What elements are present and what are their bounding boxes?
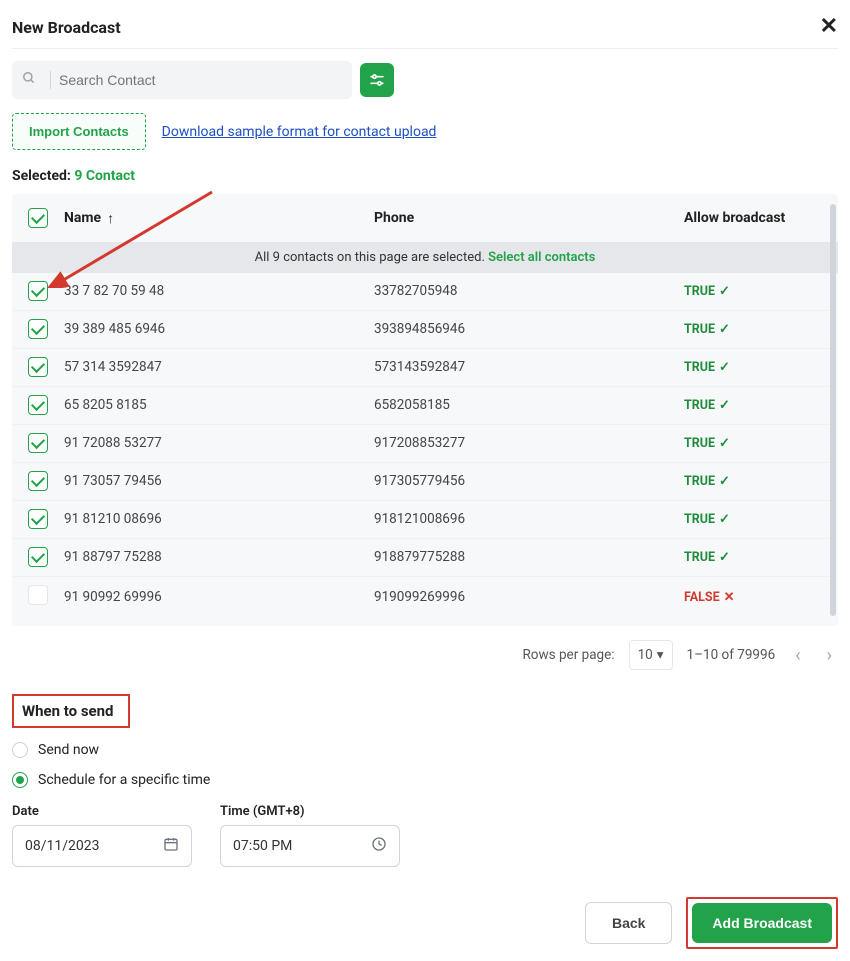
row-checkbox[interactable]: [28, 395, 48, 415]
allow-true-badge: TRUE ✓: [684, 436, 730, 451]
column-header-name[interactable]: Name ↑: [64, 210, 374, 227]
table-row: 91 72088 53277 917208853277 TRUE ✓: [12, 424, 838, 462]
date-input[interactable]: 08/11/2023: [12, 825, 192, 867]
table-row: 91 88797 75288 918879775288 TRUE ✓: [12, 538, 838, 576]
cell-name: 91 81210 08696: [64, 511, 374, 527]
table-row: 33 7 82 70 59 48 33782705948 TRUE ✓: [12, 273, 838, 310]
search-box[interactable]: [12, 61, 352, 99]
allow-true-badge: TRUE ✓: [684, 284, 730, 299]
allow-true-badge: TRUE ✓: [684, 512, 730, 527]
table-row: 91 90992 69996 919099269996 FALSE ✕: [12, 576, 838, 618]
next-page-button[interactable]: ›: [821, 645, 838, 666]
time-input[interactable]: 07:50 PM: [220, 825, 400, 867]
close-icon[interactable]: ✕: [820, 16, 838, 38]
cell-name: 91 90992 69996: [64, 589, 374, 605]
cell-name: 65 8205 8185: [64, 397, 374, 413]
add-broadcast-button[interactable]: Add Broadcast: [692, 903, 832, 943]
check-icon: ✓: [719, 474, 730, 489]
cell-phone: 918879775288: [374, 549, 684, 565]
page-title: New Broadcast: [12, 18, 121, 37]
divider: [50, 71, 51, 89]
table-row: 57 314 3592847 573143592847 TRUE ✓: [12, 348, 838, 386]
cell-name: 57 314 3592847: [64, 359, 374, 375]
scrollbar[interactable]: [830, 204, 836, 616]
table-row: 91 81210 08696 918121008696 TRUE ✓: [12, 500, 838, 538]
column-header-phone[interactable]: Phone: [374, 210, 684, 226]
cell-phone: 393894856946: [374, 321, 684, 337]
check-icon: ✓: [719, 284, 730, 299]
prev-page-button[interactable]: ‹: [789, 645, 806, 666]
cell-name: 91 88797 75288: [64, 549, 374, 565]
allow-false-badge: FALSE ✕: [684, 590, 735, 605]
check-icon: ✓: [719, 512, 730, 527]
cell-phone: 917208853277: [374, 435, 684, 451]
check-icon: ✓: [719, 436, 730, 451]
allow-true-badge: TRUE ✓: [684, 360, 730, 375]
column-header-allow[interactable]: Allow broadcast: [684, 210, 822, 226]
allow-true-badge: TRUE ✓: [684, 398, 730, 413]
table-row: 91 73057 79456 917305779456 TRUE ✓: [12, 462, 838, 500]
cell-phone: 6582058185: [374, 397, 684, 413]
row-checkbox[interactable]: [28, 281, 48, 301]
when-to-send-heading: When to send: [12, 694, 130, 728]
search-input[interactable]: [59, 72, 342, 88]
radio-schedule-specific[interactable]: [12, 772, 28, 788]
row-checkbox[interactable]: [28, 471, 48, 491]
row-checkbox[interactable]: [28, 509, 48, 529]
search-icon: [22, 71, 36, 89]
schedule-specific-label: Schedule for a specific time: [38, 772, 210, 788]
contacts-table: Name ↑ Phone Allow broadcast All 9 conta…: [12, 194, 838, 626]
select-all-checkbox[interactable]: [28, 208, 48, 228]
check-icon: ✓: [719, 398, 730, 413]
filter-button[interactable]: [360, 63, 394, 97]
cell-phone: 918121008696: [374, 511, 684, 527]
select-all-contacts-link[interactable]: Select all contacts: [488, 250, 595, 265]
selected-count: 9 Contact: [74, 168, 135, 184]
rows-per-page-label: Rows per page:: [522, 647, 614, 663]
x-icon: ✕: [724, 590, 735, 605]
download-sample-link[interactable]: Download sample format for contact uploa…: [162, 124, 437, 140]
check-icon: ✓: [719, 360, 730, 375]
check-icon: ✓: [719, 322, 730, 337]
selected-label: Selected:: [12, 168, 71, 184]
allow-true-badge: TRUE ✓: [684, 550, 730, 565]
calendar-icon: [163, 836, 179, 856]
cell-name: 33 7 82 70 59 48: [64, 283, 374, 299]
row-checkbox[interactable]: [28, 357, 48, 377]
import-contacts-button[interactable]: Import Contacts: [12, 113, 146, 150]
selected-summary: Selected: 9 Contact: [12, 168, 838, 184]
date-label: Date: [12, 804, 192, 819]
cell-phone: 33782705948: [374, 283, 684, 299]
cell-phone: 573143592847: [374, 359, 684, 375]
selection-banner: All 9 contacts on this page are selected…: [12, 242, 838, 273]
pagination-range: 1–10 of 79996: [687, 647, 776, 663]
cell-name: 39 389 485 6946: [64, 321, 374, 337]
allow-true-badge: TRUE ✓: [684, 474, 730, 489]
check-icon: ✓: [719, 550, 730, 565]
add-broadcast-highlight: Add Broadcast: [686, 897, 838, 949]
cell-name: 91 72088 53277: [64, 435, 374, 451]
chevron-down-icon: ▾: [657, 647, 664, 663]
cell-phone: 919099269996: [374, 589, 684, 605]
row-checkbox[interactable]: [28, 547, 48, 567]
row-checkbox[interactable]: [28, 319, 48, 339]
table-row: 65 8205 8185 6582058185 TRUE ✓: [12, 386, 838, 424]
cell-phone: 917305779456: [374, 473, 684, 489]
time-label: Time (GMT+8): [220, 804, 400, 819]
cell-name: 91 73057 79456: [64, 473, 374, 489]
clock-icon: [371, 836, 387, 856]
rows-per-page-select[interactable]: 10 ▾: [629, 640, 673, 670]
row-checkbox[interactable]: [28, 433, 48, 453]
send-now-label: Send now: [38, 742, 99, 758]
row-checkbox[interactable]: [28, 585, 48, 605]
allow-true-badge: TRUE ✓: [684, 322, 730, 337]
sort-arrow-up-icon: ↑: [107, 210, 114, 227]
table-row: 39 389 485 6946 393894856946 TRUE ✓: [12, 310, 838, 348]
back-button[interactable]: Back: [585, 902, 672, 944]
radio-send-now[interactable]: [12, 742, 28, 758]
